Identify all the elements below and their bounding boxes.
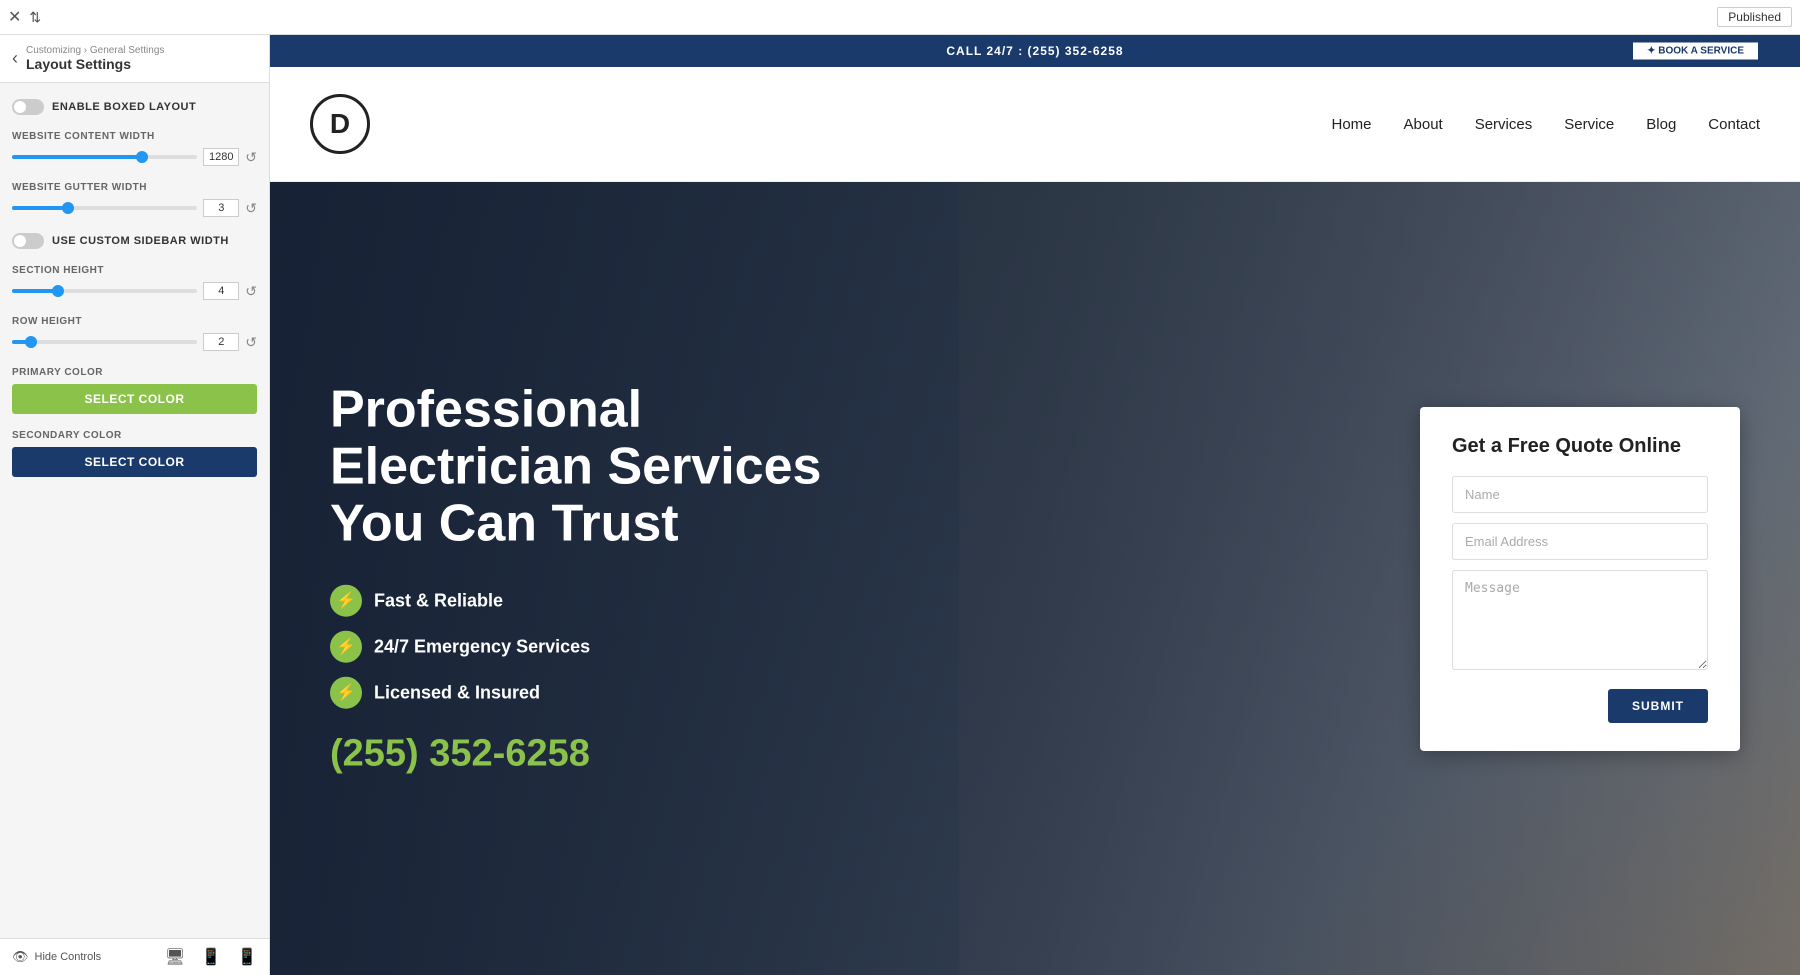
quote-form: Get a Free Quote Online SUBMIT bbox=[1420, 407, 1740, 751]
mobile-icon[interactable]: 📱 bbox=[237, 947, 257, 967]
row-height-thumb[interactable] bbox=[25, 336, 37, 348]
enable-boxed-layout-label: Enable Boxed Layout bbox=[52, 101, 196, 113]
feature-3-icon: ⚡ bbox=[330, 677, 362, 709]
row-height-track[interactable] bbox=[12, 340, 197, 344]
website-content-width-value[interactable]: 1280 bbox=[203, 148, 239, 166]
email-input[interactable] bbox=[1452, 523, 1708, 560]
website-content-width-label: Website Content Width bbox=[12, 131, 257, 142]
section-height-track[interactable] bbox=[12, 289, 197, 293]
book-service-button[interactable]: ✦ BOOK A SERVICE bbox=[1631, 41, 1760, 62]
primary-color-label: Primary Color bbox=[12, 367, 257, 378]
footer-icons: 🖥 📱 📱 bbox=[165, 947, 257, 967]
sort-icon[interactable]: ⇅ bbox=[29, 9, 41, 26]
submit-row: SUBMIT bbox=[1452, 689, 1708, 723]
row-height-slider-row: 2 ↺ bbox=[12, 333, 257, 351]
feature-3: ⚡ Licensed & Insured bbox=[330, 677, 910, 709]
website-gutter-width-slider-row: 3 ↺ bbox=[12, 199, 257, 217]
submit-button[interactable]: SUBMIT bbox=[1608, 689, 1708, 723]
sidebar-content: Enable Boxed Layout Website Content Widt… bbox=[0, 83, 269, 938]
feature-2-text: 24/7 Emergency Services bbox=[374, 636, 590, 657]
hide-controls-label: Hide Controls bbox=[35, 951, 102, 963]
section-height-label: Section Height bbox=[12, 265, 257, 276]
hero-content: Professional Electrician Services You Ca… bbox=[330, 381, 910, 776]
website-content-width-track[interactable] bbox=[12, 155, 197, 159]
message-input[interactable] bbox=[1452, 570, 1708, 670]
website-gutter-width-reset[interactable]: ↺ bbox=[245, 200, 257, 217]
sidebar-header-text: Customizing › General Settings Layout Se… bbox=[26, 45, 164, 72]
website-content-width-thumb[interactable] bbox=[136, 151, 148, 163]
close-icon[interactable]: ✕ bbox=[8, 7, 21, 27]
secondary-color-label: Secondary Color bbox=[12, 430, 257, 441]
sidebar-title: Layout Settings bbox=[26, 56, 164, 72]
website-content-width-slider-row: 1280 ↺ bbox=[12, 148, 257, 166]
hero-title: Professional Electrician Services You Ca… bbox=[330, 381, 910, 553]
website-content-width-reset[interactable]: ↺ bbox=[245, 149, 257, 166]
row-height-reset[interactable]: ↺ bbox=[245, 334, 257, 351]
enable-boxed-layout-toggle[interactable] bbox=[12, 99, 44, 115]
nav-service[interactable]: Service bbox=[1564, 116, 1614, 133]
sidebar: ‹ Customizing › General Settings Layout … bbox=[0, 35, 270, 975]
preview: CALL 24/7 : (255) 352-6258 ✦ BOOK A SERV… bbox=[270, 35, 1800, 975]
nav-home[interactable]: Home bbox=[1331, 116, 1371, 133]
website-content-width-fill bbox=[12, 155, 142, 159]
primary-color-setting: Primary Color Select Color bbox=[12, 367, 257, 414]
use-custom-sidebar-row: Use Custom Sidebar Width bbox=[12, 233, 257, 249]
section-height-slider-row: 4 ↺ bbox=[12, 282, 257, 300]
site-nav: Home About Services Service Blog Contact bbox=[1331, 116, 1760, 133]
back-arrow-icon[interactable]: ‹ bbox=[12, 48, 18, 69]
hero-section: Professional Electrician Services You Ca… bbox=[270, 182, 1800, 975]
section-height-setting: Section Height 4 ↺ bbox=[12, 265, 257, 300]
section-height-reset[interactable]: ↺ bbox=[245, 283, 257, 300]
sidebar-breadcrumb: Customizing › General Settings bbox=[26, 45, 164, 56]
sidebar-header: ‹ Customizing › General Settings Layout … bbox=[0, 35, 269, 83]
row-height-value[interactable]: 2 bbox=[203, 333, 239, 351]
website-gutter-width-setting: Website Gutter Width 3 ↺ bbox=[12, 182, 257, 217]
call-bar-text: CALL 24/7 : (255) 352-6258 bbox=[946, 44, 1123, 58]
top-bar: ✕ ⇅ Published bbox=[0, 0, 1800, 35]
site-header: D Home About Services Service Blog Conta… bbox=[270, 67, 1800, 182]
call-bar: CALL 24/7 : (255) 352-6258 ✦ BOOK A SERV… bbox=[270, 35, 1800, 67]
row-height-setting: Row Height 2 ↺ bbox=[12, 316, 257, 351]
website-gutter-width-track[interactable] bbox=[12, 206, 197, 210]
secondary-color-setting: Secondary Color Select Color bbox=[12, 430, 257, 477]
name-input[interactable] bbox=[1452, 476, 1708, 513]
feature-1: ⚡ Fast & Reliable bbox=[330, 585, 910, 617]
website-gutter-width-label: Website Gutter Width bbox=[12, 182, 257, 193]
nav-contact[interactable]: Contact bbox=[1708, 116, 1760, 133]
feature-2: ⚡ 24/7 Emergency Services bbox=[330, 631, 910, 663]
feature-1-icon: ⚡ bbox=[330, 585, 362, 617]
nav-blog[interactable]: Blog bbox=[1646, 116, 1676, 133]
site-logo: D bbox=[310, 94, 370, 154]
feature-3-text: Licensed & Insured bbox=[374, 682, 540, 703]
primary-color-button[interactable]: Select Color bbox=[12, 384, 257, 414]
desktop-icon[interactable]: 🖥 bbox=[165, 947, 185, 967]
row-height-label: Row Height bbox=[12, 316, 257, 327]
website-content-width-setting: Website Content Width 1280 ↺ bbox=[12, 131, 257, 166]
website-gutter-width-value[interactable]: 3 bbox=[203, 199, 239, 217]
use-custom-sidebar-label: Use Custom Sidebar Width bbox=[52, 235, 229, 247]
hero-phone: (255) 352-6258 bbox=[330, 733, 910, 776]
secondary-color-button[interactable]: Select Color bbox=[12, 447, 257, 477]
tablet-icon[interactable]: 📱 bbox=[201, 947, 221, 967]
nav-services[interactable]: Services bbox=[1475, 116, 1533, 133]
sidebar-footer: 👁 Hide Controls 🖥 📱 📱 bbox=[0, 938, 269, 975]
quote-form-title: Get a Free Quote Online bbox=[1452, 435, 1708, 458]
eye-icon: 👁 bbox=[12, 949, 29, 965]
hide-controls-button[interactable]: 👁 Hide Controls bbox=[12, 949, 153, 965]
feature-2-icon: ⚡ bbox=[330, 631, 362, 663]
main-area: ‹ Customizing › General Settings Layout … bbox=[0, 35, 1800, 975]
nav-about[interactable]: About bbox=[1404, 116, 1443, 133]
section-height-thumb[interactable] bbox=[52, 285, 64, 297]
enable-boxed-layout-row: Enable Boxed Layout bbox=[12, 99, 257, 115]
use-custom-sidebar-toggle[interactable] bbox=[12, 233, 44, 249]
published-badge: Published bbox=[1717, 7, 1792, 27]
feature-1-text: Fast & Reliable bbox=[374, 590, 503, 611]
section-height-value[interactable]: 4 bbox=[203, 282, 239, 300]
website-gutter-width-thumb[interactable] bbox=[62, 202, 74, 214]
website-gutter-width-fill bbox=[12, 206, 68, 210]
